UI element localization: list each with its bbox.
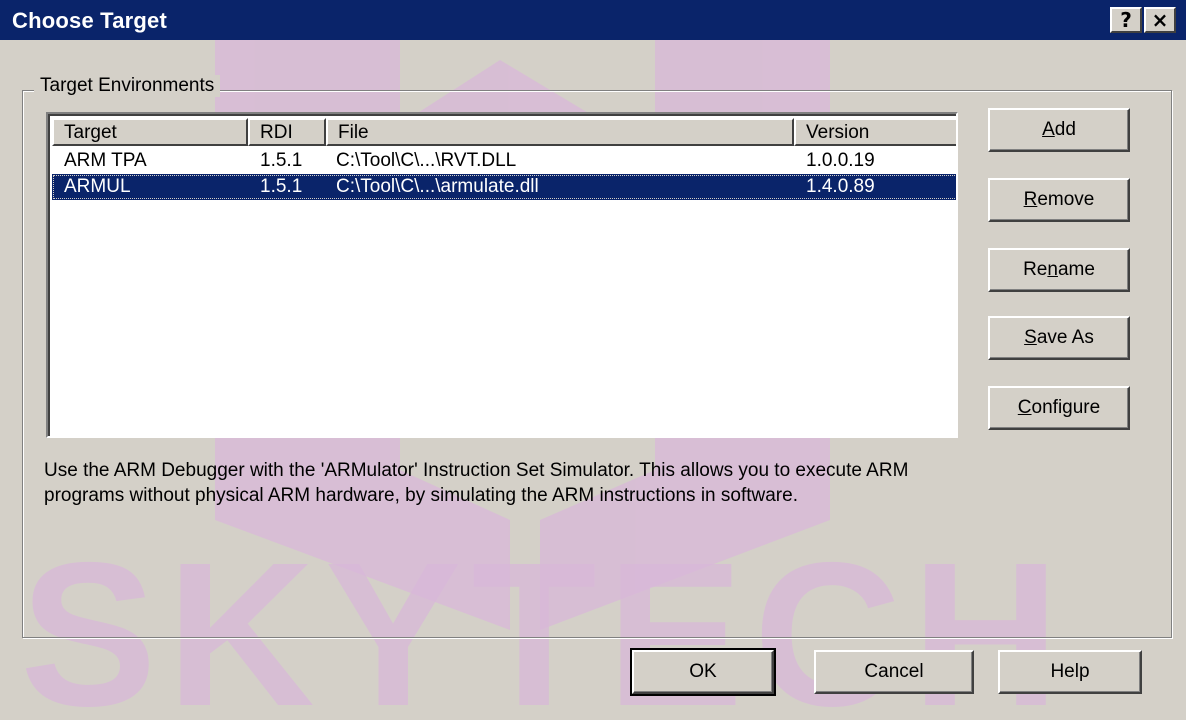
- remove-label-post: emove: [1037, 189, 1095, 210]
- target-list[interactable]: Target RDI File Version ARM TPA 1.5.1 C:…: [46, 112, 958, 438]
- add-button[interactable]: Add: [988, 108, 1130, 152]
- rename-mnemonic: n: [1047, 259, 1058, 280]
- title-bar: Choose Target ? ×: [0, 0, 1186, 40]
- cell-file: C:\Tool\C\...\armulate.dll: [336, 176, 539, 197]
- ok-button[interactable]: OK: [630, 648, 776, 696]
- list-header: Target RDI File Version: [52, 118, 956, 146]
- help-question-icon: ?: [1120, 8, 1132, 32]
- save-as-mnemonic: S: [1024, 327, 1037, 348]
- cell-rdi: 1.5.1: [260, 176, 303, 197]
- add-mnemonic: A: [1042, 119, 1055, 140]
- cell-rdi: 1.5.1: [260, 150, 303, 171]
- rename-label-post: ame: [1057, 259, 1095, 280]
- close-button[interactable]: ×: [1144, 7, 1176, 33]
- context-help-button[interactable]: ?: [1110, 7, 1142, 33]
- save-as-button[interactable]: Save As: [988, 316, 1130, 360]
- close-icon: ×: [1151, 8, 1169, 32]
- table-row-selected[interactable]: ARMUL 1.5.1 C:\Tool\C\...\armulate.dll 1…: [52, 174, 956, 200]
- configure-button[interactable]: Configure: [988, 386, 1130, 430]
- column-header-target[interactable]: Target: [52, 118, 248, 146]
- cell-version: 1.0.0.19: [806, 150, 875, 171]
- save-as-label-post: ave As: [1036, 327, 1094, 348]
- remove-button[interactable]: Remove: [988, 178, 1130, 222]
- configure-label-post: onfigure: [1031, 397, 1101, 418]
- cell-target: ARM TPA: [64, 150, 147, 171]
- column-header-rdi[interactable]: RDI: [248, 118, 326, 146]
- window-title: Choose Target: [12, 8, 167, 33]
- table-row[interactable]: ARM TPA 1.5.1 C:\Tool\C\...\RVT.DLL 1.0.…: [52, 148, 956, 174]
- column-header-file[interactable]: File: [326, 118, 794, 146]
- choose-target-dialog: SKYTECH Choose Target ? × Target Environ…: [0, 0, 1186, 720]
- cell-version: 1.4.0.89: [806, 176, 875, 197]
- rename-button[interactable]: Re n ame: [988, 248, 1130, 292]
- cancel-button[interactable]: Cancel: [814, 650, 974, 694]
- target-description: Use the ARM Debugger with the 'ARMulator…: [44, 460, 909, 506]
- cell-target: ARMUL: [64, 176, 131, 197]
- add-label-post: dd: [1054, 119, 1076, 140]
- rename-label-pre: Re: [1023, 259, 1048, 280]
- column-header-version[interactable]: Version: [794, 118, 956, 146]
- help-button[interactable]: Help: [998, 650, 1142, 694]
- cell-file: C:\Tool\C\...\RVT.DLL: [336, 150, 517, 171]
- remove-mnemonic: R: [1023, 189, 1038, 210]
- group-label: Target Environments: [34, 75, 221, 97]
- configure-mnemonic: C: [1017, 397, 1032, 418]
